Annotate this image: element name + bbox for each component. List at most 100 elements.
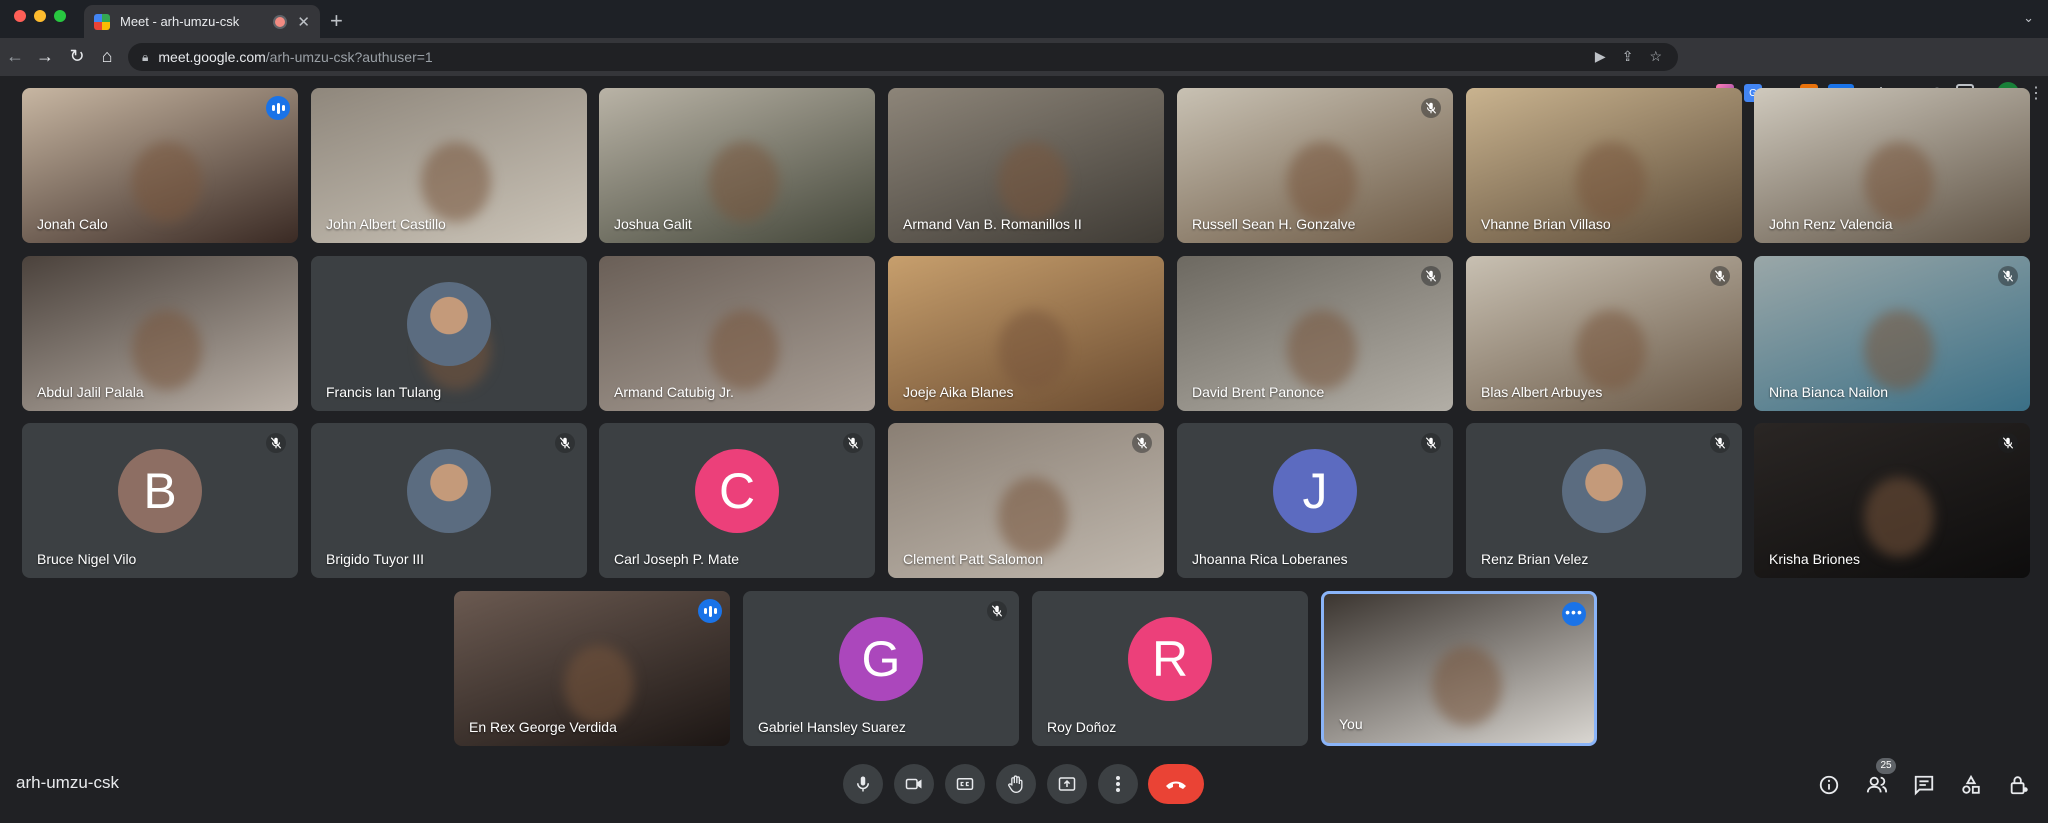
reload-icon[interactable]: ↻ (66, 46, 88, 67)
closed-captions-icon (956, 778, 974, 790)
raise-hand-button[interactable] (996, 764, 1036, 804)
chat-button[interactable] (1911, 772, 1937, 798)
activities-button[interactable] (1958, 772, 1984, 798)
new-tab-button[interactable]: + (330, 8, 343, 34)
participant-tile[interactable]: Brigido Tuyor III (311, 423, 587, 578)
participant-tile[interactable]: Blas Albert Arbuyes (1466, 256, 1742, 411)
participant-tile[interactable]: B Bruce Nigel Vilo (22, 423, 298, 578)
participant-video-feed (1287, 142, 1358, 223)
participant-tile[interactable]: John Renz Valencia (1754, 88, 2030, 243)
speaking-indicator-icon (266, 96, 290, 120)
participant-profile-photo (407, 281, 491, 366)
participant-name: Armand Van B. Romanillos II (903, 216, 1082, 232)
participant-tile[interactable]: Russell Sean H. Gonzalve (1177, 88, 1453, 243)
participant-video-feed (998, 477, 1069, 558)
close-window-button[interactable] (14, 10, 26, 22)
browser-tab-meet[interactable]: Meet - arh-umzu-csk ✕ (84, 5, 320, 38)
lock-icon[interactable]: 🔒︎ (142, 50, 148, 65)
activities-shapes-icon (1962, 774, 1980, 794)
mic-off-icon (987, 601, 1007, 621)
chat-icon (1914, 775, 1934, 796)
mic-off-icon (555, 433, 575, 453)
participant-video-feed (1576, 310, 1647, 391)
more-options-button[interactable] (1098, 764, 1138, 804)
recording-indicator-icon (275, 16, 286, 27)
participant-name: Nina Bianca Nailon (1769, 384, 1889, 400)
participant-avatar: C (695, 448, 779, 533)
participant-name: Krisha Briones (1769, 551, 1861, 567)
participant-tile[interactable]: G Gabriel Hansley Suarez (743, 591, 1019, 746)
camera-button[interactable] (894, 764, 934, 804)
mic-off-icon (266, 433, 286, 453)
bookmark-star-icon[interactable]: ☆ (1649, 48, 1662, 65)
participant-name: Clement Patt Salomon (903, 551, 1044, 567)
present-icon (1058, 777, 1076, 791)
mic-off-icon (1710, 266, 1730, 286)
participant-name: Joeje Aika Blanes (903, 384, 1014, 400)
participant-tile[interactable]: En Rex George Verdida (454, 591, 730, 746)
participant-tile[interactable]: Francis Ian Tulang (311, 256, 587, 411)
participant-name: Vhanne Brian Villaso (1481, 216, 1611, 232)
microphone-button[interactable] (843, 764, 883, 804)
address-bar[interactable]: 🔒︎ meet.google.com /arh-umzu-csk?authuse… (128, 43, 1678, 71)
participant-tile[interactable]: Armand Van B. Romanillos II (888, 88, 1164, 243)
participant-name: Renz Brian Velez (1481, 551, 1589, 567)
mic-off-icon (1998, 433, 2018, 453)
self-video-tile[interactable]: You ••• (1321, 591, 1597, 746)
participant-name: Jhoanna Rica Loberanes (1192, 551, 1348, 567)
participant-tile[interactable]: C Carl Joseph P. Mate (599, 423, 875, 578)
hang-up-icon (1166, 781, 1186, 789)
browser-menu-icon[interactable]: ⋮ (2028, 83, 2044, 103)
close-tab-icon[interactable]: ✕ (297, 13, 310, 31)
participant-video-feed (1576, 142, 1647, 223)
participant-name: En Rex George Verdida (469, 719, 617, 735)
participant-video-feed (998, 142, 1069, 223)
tab-title: Meet - arh-umzu-csk (120, 14, 240, 29)
home-icon[interactable]: ⌂ (96, 46, 118, 67)
participant-tile[interactable]: Joeje Aika Blanes (888, 256, 1164, 411)
participant-name: Russell Sean H. Gonzalve (1192, 216, 1356, 232)
minimize-window-button[interactable] (34, 10, 46, 22)
participant-tile[interactable]: J Jhoanna Rica Loberanes (1177, 423, 1453, 578)
participant-tile[interactable]: Nina Bianca Nailon (1754, 256, 2030, 411)
participant-tile[interactable]: Joshua Galit (599, 88, 875, 243)
forward-icon[interactable]: → (34, 46, 56, 67)
participant-name: Carl Joseph P. Mate (614, 551, 740, 567)
participant-tile[interactable]: Armand Catubig Jr. (599, 256, 875, 411)
mic-off-icon (1998, 266, 2018, 286)
browser-tab-strip: Meet - arh-umzu-csk ✕ + ⌄ (0, 0, 2048, 38)
participant-tile[interactable]: Renz Brian Velez (1466, 423, 1742, 578)
participant-tile[interactable]: Clement Patt Salomon (888, 423, 1164, 578)
people-button[interactable] (1864, 772, 1890, 798)
meeting-details-button[interactable] (1816, 772, 1842, 798)
participant-tile[interactable]: Abdul Jalil Palala (22, 256, 298, 411)
share-icon[interactable]: ⇪ (1622, 48, 1634, 65)
participant-tile[interactable]: John Albert Castillo (311, 88, 587, 243)
camera-in-use-icon[interactable]: ▶︎ (1595, 48, 1606, 65)
back-icon[interactable]: ← (4, 46, 26, 67)
present-screen-button[interactable] (1047, 764, 1087, 804)
tile-more-options-icon[interactable]: ••• (1562, 602, 1586, 626)
participant-tile[interactable]: Krisha Briones (1754, 423, 2030, 578)
meet-favicon-icon (94, 13, 110, 30)
captions-button[interactable] (945, 764, 985, 804)
participant-tile[interactable]: David Brent Panonce (1177, 256, 1453, 411)
lock-person-icon (2010, 776, 2028, 795)
participant-tile[interactable]: Jonah Calo (22, 88, 298, 243)
mic-off-icon (1132, 433, 1152, 453)
participant-profile-photo (1562, 448, 1646, 533)
people-icon (1866, 776, 1888, 793)
participant-tile[interactable]: R Roy Doñoz (1032, 591, 1308, 746)
participant-avatar: B (118, 448, 202, 533)
leave-call-button[interactable] (1148, 764, 1204, 804)
participant-tile[interactable]: Vhanne Brian Villaso (1466, 88, 1742, 243)
participant-avatar: J (1273, 448, 1357, 533)
microphone-icon (857, 776, 869, 792)
tab-search-chevron-icon[interactable]: ⌄ (2023, 10, 2034, 26)
mic-off-icon (1421, 266, 1441, 286)
participant-name: John Renz Valencia (1769, 216, 1893, 232)
host-controls-button[interactable] (2006, 772, 2032, 798)
zoom-window-button[interactable] (54, 10, 66, 22)
participant-name: Brigido Tuyor III (326, 551, 425, 567)
info-icon (1819, 775, 1839, 795)
